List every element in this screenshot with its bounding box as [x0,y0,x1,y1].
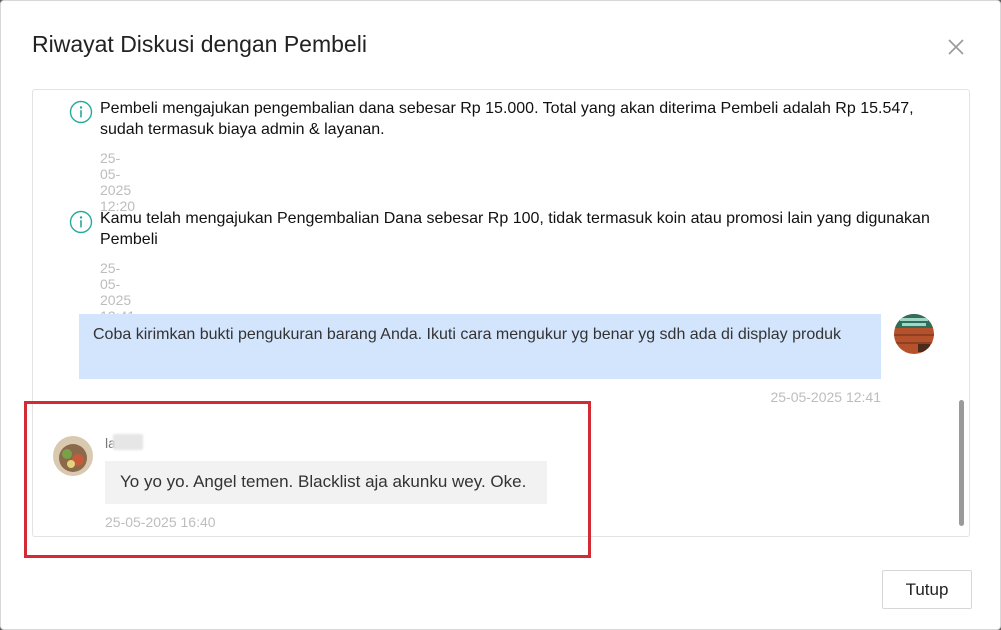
discussion-history-dialog: Riwayat Diskusi dengan Pembeli Pembeli m… [0,0,1001,630]
info-icon [69,210,93,234]
close-button[interactable]: Tutup [882,570,972,609]
close-icon[interactable] [945,36,967,58]
scrollbar-thumb[interactable] [959,400,964,526]
seller-message-time: 25-05-2025 12:41 [770,389,881,405]
system-message-time: 25-05-2025 12:20 [100,150,136,214]
seller-message-bubble: Coba kirimkan bukti pengukuran barang An… [79,314,881,379]
system-message-text: Kamu telah mengajukan Pengembalian Dana … [100,210,930,248]
seller-avatar [894,314,934,354]
dialog-title: Riwayat Diskusi dengan Pembeli [32,31,367,57]
system-message-text: Pembeli mengajukan pengembalian dana seb… [100,100,914,138]
info-icon [69,100,93,124]
highlight-box [24,401,591,558]
